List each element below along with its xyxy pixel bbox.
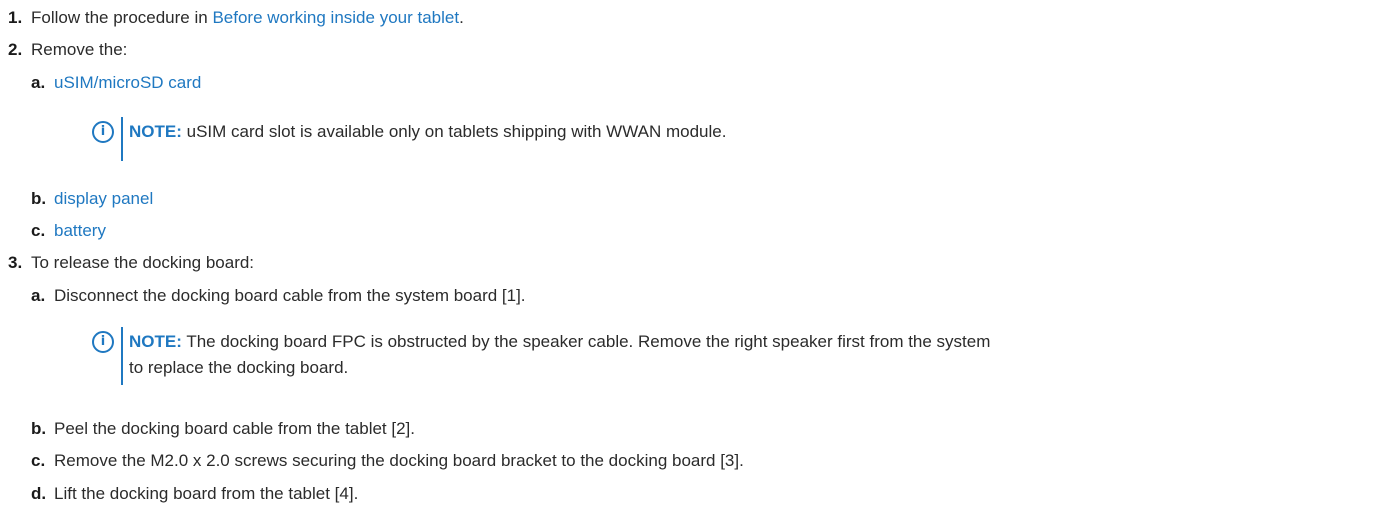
substep-letter: b. xyxy=(31,419,47,438)
substep-letter: a. xyxy=(31,286,46,305)
before-working-link[interactable]: Before working inside your tablet xyxy=(212,8,459,27)
note-block: i NOTE: uSIM card slot is available only… xyxy=(92,117,1372,161)
step-text: Follow the procedure in Before working i… xyxy=(31,8,464,27)
battery-link[interactable]: battery xyxy=(54,220,106,242)
step-number: 1. xyxy=(8,8,23,27)
substep-text: Peel the docking board cable from the ta… xyxy=(54,419,416,438)
info-circle-icon: i xyxy=(92,331,114,353)
substep-letter: a. xyxy=(31,73,46,92)
substep-letter: c. xyxy=(31,221,46,240)
substep-text: Disconnect the docking board cable from … xyxy=(54,286,526,305)
note-text: NOTE: The docking board FPC is obstructe… xyxy=(129,332,991,377)
step-number: 2. xyxy=(8,40,23,59)
substep-letter: b. xyxy=(31,189,47,208)
note-divider xyxy=(121,117,123,161)
substep-text: Remove the M2.0 x 2.0 screws securing th… xyxy=(54,451,744,470)
display-panel-link[interactable]: display panel xyxy=(54,188,153,210)
step-number: 3. xyxy=(8,253,23,272)
note-block: i NOTE: The docking board FPC is obstruc… xyxy=(92,327,1382,385)
procedure-document: 1. Follow the procedure in Before workin… xyxy=(0,0,1391,513)
step-text: Remove the: xyxy=(31,40,128,59)
note-text: NOTE: uSIM card slot is available only o… xyxy=(129,122,727,141)
step-text: To release the docking board: xyxy=(31,253,255,272)
info-circle-icon: i xyxy=(92,121,114,143)
note-label: NOTE: xyxy=(129,332,182,351)
usim-microsd-card-link[interactable]: uSIM/microSD card xyxy=(54,72,201,94)
note-label: NOTE: xyxy=(129,122,182,141)
substep-letter: d. xyxy=(31,484,47,503)
substep-letter: c. xyxy=(31,451,46,470)
substep-text: Lift the docking board from the tablet [… xyxy=(54,484,359,503)
note-divider xyxy=(121,327,123,385)
